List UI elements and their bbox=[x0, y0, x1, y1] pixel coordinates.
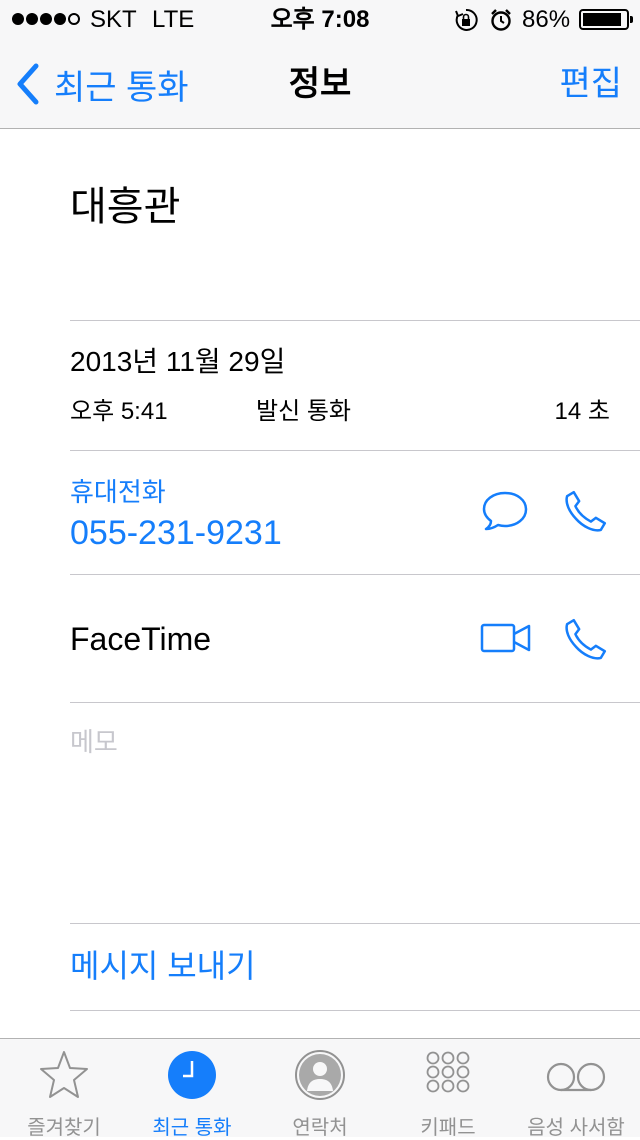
divider bbox=[70, 1010, 640, 1011]
status-bar: SKT LTE 오후 7:08 86% bbox=[0, 0, 640, 40]
call-type: 발신 통화 bbox=[256, 398, 351, 425]
tab-recents[interactable]: 최근 통화 bbox=[128, 1039, 256, 1139]
tab-favorites[interactable]: 즐겨찾기 bbox=[0, 1039, 128, 1139]
facetime-label: FaceTime bbox=[70, 621, 212, 657]
star-icon bbox=[40, 1051, 88, 1098]
note-field[interactable]: 메모 bbox=[0, 703, 640, 923]
call-duration: 14 초 bbox=[554, 398, 610, 425]
call-time: 오후 5:41 bbox=[70, 398, 168, 425]
tab-bar: 즐겨찾기 최근 통화 연락처 키패드 음성 사서함 bbox=[0, 1038, 640, 1139]
phone-number[interactable]: 055-231-9231 bbox=[70, 513, 282, 553]
battery-icon bbox=[579, 9, 633, 30]
phone-icon[interactable] bbox=[560, 615, 610, 665]
phone-row[interactable]: 휴대전화 055-231-9231 bbox=[0, 451, 640, 574]
back-button[interactable]: 최근 통화 bbox=[14, 40, 189, 128]
clock-icon bbox=[168, 1051, 216, 1099]
send-message-button[interactable]: 메시지 보내기 bbox=[70, 946, 256, 986]
battery-percent: 86% bbox=[522, 6, 571, 33]
alarm-icon bbox=[491, 9, 511, 31]
divider bbox=[70, 320, 640, 321]
back-button-label: 최근 통화 bbox=[54, 68, 189, 107]
edit-button[interactable]: 편집 bbox=[559, 40, 622, 128]
contact-name: 대흥관 bbox=[70, 185, 181, 229]
tab-contacts[interactable]: 연락처 bbox=[256, 1039, 384, 1139]
contact-icon bbox=[295, 1050, 345, 1100]
call-date: 2013년 11월 29일 bbox=[70, 346, 286, 377]
message-icon[interactable] bbox=[481, 489, 529, 533]
tab-keypad[interactable]: 키패드 bbox=[384, 1039, 512, 1139]
tab-voicemail[interactable]: 음성 사서함 bbox=[512, 1039, 640, 1139]
divider bbox=[70, 923, 640, 924]
navigation-bar: 정보 최근 통화 편집 bbox=[0, 40, 640, 129]
video-camera-icon[interactable] bbox=[480, 621, 532, 655]
rotation-lock-icon bbox=[455, 8, 478, 31]
facetime-row[interactable]: FaceTime bbox=[0, 575, 640, 702]
phone-icon[interactable] bbox=[560, 487, 610, 537]
voicemail-icon bbox=[546, 1062, 606, 1092]
chevron-left-icon bbox=[17, 63, 39, 105]
note-placeholder: 메모 bbox=[70, 727, 118, 757]
phone-label: 휴대전화 bbox=[70, 477, 166, 507]
keypad-icon bbox=[426, 1051, 470, 1093]
